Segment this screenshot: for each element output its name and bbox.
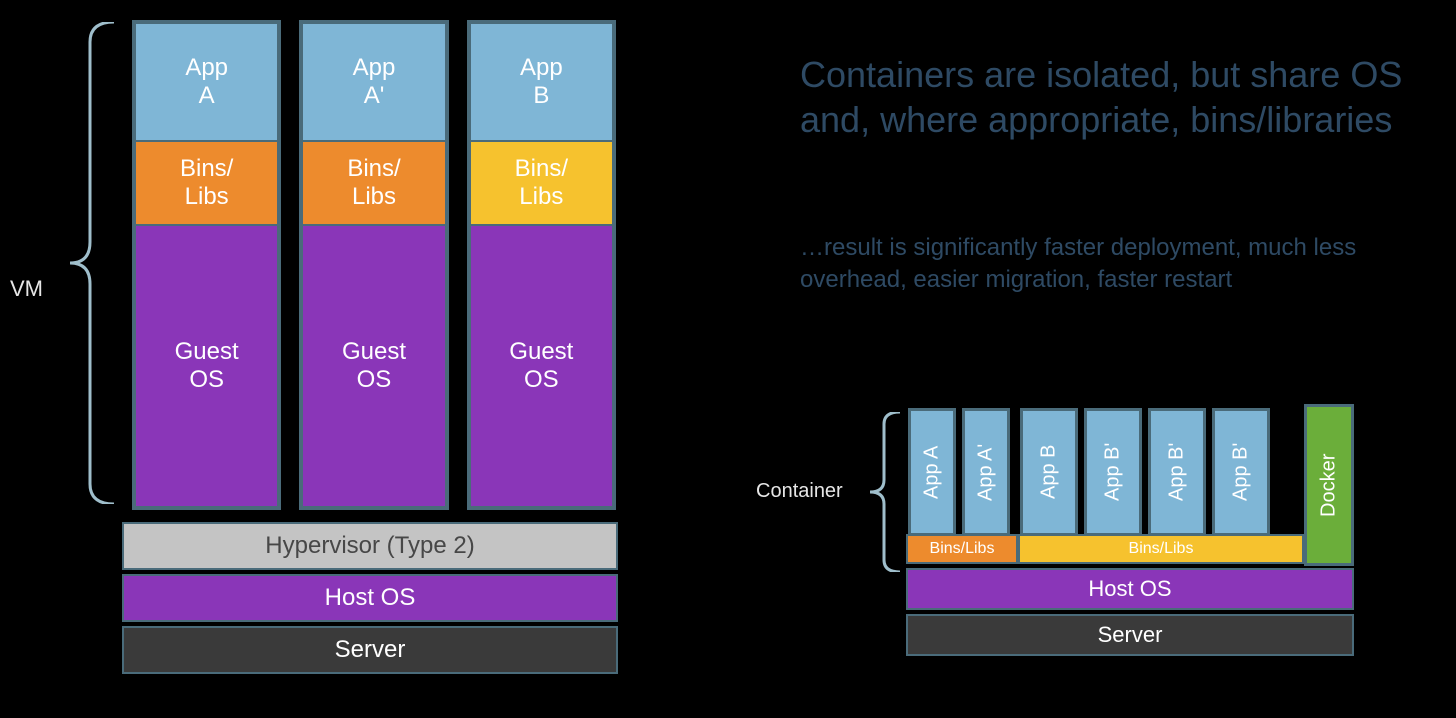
- host-os-layer: Host OS: [906, 568, 1354, 610]
- host-os-layer: Host OS: [122, 574, 618, 622]
- app-block: AppA': [303, 24, 444, 142]
- container-side-label: Container: [756, 480, 843, 503]
- server-layer: Server: [906, 614, 1354, 656]
- app-block: App B: [1020, 408, 1078, 536]
- vm-columns: AppA Bins/Libs GuestOS AppA' Bins/Libs G…: [132, 20, 616, 510]
- hypervisor-layer: Hypervisor (Type 2): [122, 522, 618, 570]
- app-block: App B': [1148, 408, 1206, 536]
- brace-icon: [70, 22, 116, 504]
- guest-os-block: GuestOS: [136, 226, 277, 506]
- docker-block: Docker: [1304, 404, 1354, 566]
- container-group-a: App A App A': [906, 408, 1018, 536]
- bins-block: Bins/Libs: [471, 142, 612, 226]
- app-block: App A': [962, 408, 1010, 536]
- bins-block: Bins/Libs: [136, 142, 277, 226]
- guest-os-block: GuestOS: [471, 226, 612, 506]
- container-group-b: App B App B' App B' App B': [1018, 408, 1304, 536]
- bins-block: Bins/Libs: [1018, 534, 1304, 564]
- brace-icon: [870, 412, 902, 572]
- container-stack: App A App A' App B App B' App B' App B' …: [906, 406, 1354, 656]
- app-block: App A: [908, 408, 956, 536]
- vm-column: AppA' Bins/Libs GuestOS: [299, 20, 448, 510]
- app-block: App B': [1084, 408, 1142, 536]
- container-bins-row: Bins/Libs Bins/Libs: [906, 534, 1354, 564]
- headline-text: Containers are isolated, but share OS an…: [800, 52, 1410, 142]
- app-block: AppB: [471, 24, 612, 142]
- guest-os-block: GuestOS: [303, 226, 444, 506]
- subtext: …result is significantly faster deployme…: [800, 232, 1420, 297]
- container-apps-row: App A App A' App B App B' App B' App B' …: [906, 406, 1354, 536]
- bins-block: Bins/Libs: [906, 534, 1018, 564]
- vm-column: AppB Bins/Libs GuestOS: [467, 20, 616, 510]
- vm-side-label: VM: [10, 276, 43, 302]
- server-layer: Server: [122, 626, 618, 674]
- vm-base-layers: Hypervisor (Type 2) Host OS Server: [122, 518, 618, 674]
- diagram-canvas: VM AppA Bins/Libs GuestOS AppA' Bins/Lib…: [0, 0, 1456, 718]
- app-block: AppA: [136, 24, 277, 142]
- vm-column: AppA Bins/Libs GuestOS: [132, 20, 281, 510]
- bins-block: Bins/Libs: [303, 142, 444, 226]
- app-block: App B': [1212, 408, 1270, 536]
